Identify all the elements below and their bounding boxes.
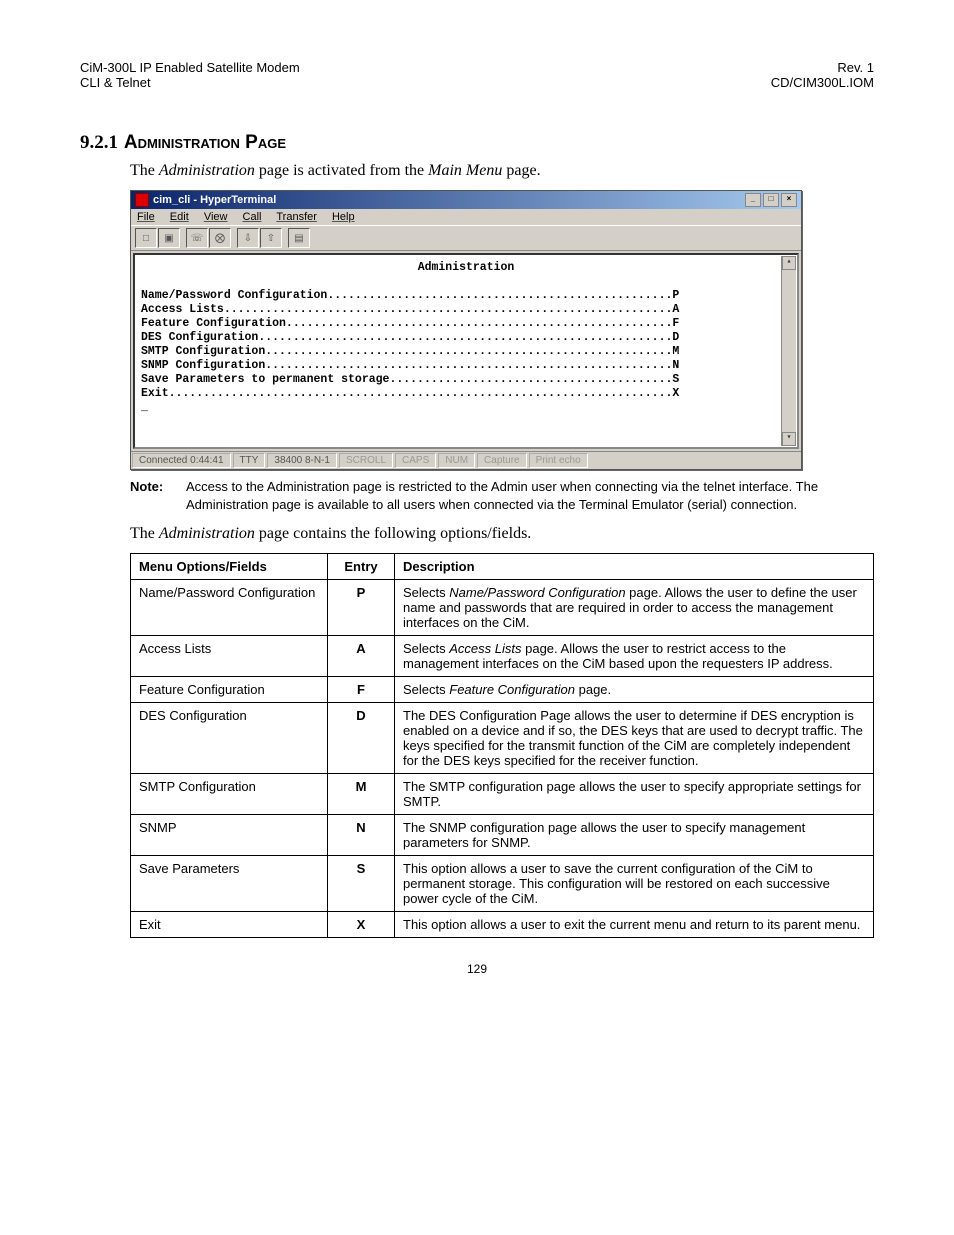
status-bar: Connected 0:44:41 TTY 38400 8-N-1 SCROLL… — [131, 451, 801, 469]
option-entry: P — [328, 580, 395, 636]
status-scroll: SCROLL — [339, 453, 393, 468]
option-description: Selects Feature Configuration page. — [395, 677, 874, 703]
table-header-options: Menu Options/Fields — [131, 554, 328, 580]
scroll-up-icon[interactable]: ▴ — [782, 256, 796, 270]
window-titlebar: cim_cli - HyperTerminal _ □ × — [131, 191, 801, 209]
page-number: 129 — [80, 962, 874, 976]
app-icon — [135, 193, 149, 207]
option-entry: N — [328, 815, 395, 856]
section-heading: 9.2.1 Administration Page — [80, 130, 874, 154]
toolbar-receive-icon[interactable]: ⇧ — [260, 228, 282, 248]
terminal-line: Exit....................................… — [141, 387, 791, 401]
body-text: The Administration page contains the fol… — [130, 525, 874, 543]
status-num: NUM — [438, 453, 475, 468]
toolbar-properties-icon[interactable]: ▤ — [288, 228, 310, 248]
minimize-button[interactable]: _ — [745, 193, 761, 207]
note-block: Note: Access to the Administration page … — [130, 478, 874, 513]
toolbar-connect-icon[interactable]: ☏ — [186, 228, 208, 248]
option-description: The SNMP configuration page allows the u… — [395, 815, 874, 856]
option-entry: D — [328, 703, 395, 774]
note-text: Access to the Administration page is res… — [186, 478, 874, 513]
option-description: The DES Configuration Page allows the us… — [395, 703, 874, 774]
scroll-down-icon[interactable]: ▾ — [782, 432, 796, 446]
status-capture: Capture — [477, 453, 527, 468]
table-row: Feature ConfigurationFSelects Feature Co… — [131, 677, 874, 703]
header-right-2: CD/CIM300L.IOM — [771, 75, 874, 90]
hyperterminal-window: cim_cli - HyperTerminal _ □ × File Edit … — [130, 190, 802, 470]
menu-file[interactable]: File — [137, 211, 155, 223]
table-row: Save ParametersSThis option allows a use… — [131, 856, 874, 912]
header-left-2: CLI & Telnet — [80, 75, 300, 90]
status-baud: 38400 8-N-1 — [267, 453, 337, 468]
status-connected: Connected 0:44:41 — [132, 453, 231, 468]
header-right-1: Rev. 1 — [771, 60, 874, 75]
option-name: DES Configuration — [131, 703, 328, 774]
menu-bar: File Edit View Call Transfer Help — [131, 209, 801, 225]
terminal-line: Access Lists............................… — [141, 303, 791, 317]
option-description: Selects Access Lists page. Allows the us… — [395, 636, 874, 677]
option-description: The SMTP configuration page allows the u… — [395, 774, 874, 815]
status-printecho: Print echo — [529, 453, 588, 468]
terminal-line: SMTP Configuration......................… — [141, 345, 791, 359]
note-label: Note: — [130, 478, 186, 513]
toolbar: □ ▣ ☏ ⨂ ⇩ ⇧ ▤ — [131, 225, 801, 251]
terminal-line: DES Configuration.......................… — [141, 331, 791, 345]
table-row: DES ConfigurationDThe DES Configuration … — [131, 703, 874, 774]
option-name: Exit — [131, 912, 328, 938]
scrollbar[interactable]: ▴ ▾ — [781, 256, 796, 446]
menu-view[interactable]: View — [204, 211, 228, 223]
table-row: SMTP ConfigurationMThe SMTP configuratio… — [131, 774, 874, 815]
table-row: ExitXThis option allows a user to exit t… — [131, 912, 874, 938]
options-table: Menu Options/Fields Entry Description Na… — [130, 553, 874, 938]
option-name: Save Parameters — [131, 856, 328, 912]
toolbar-disconnect-icon[interactable]: ⨂ — [209, 228, 231, 248]
section-number: 9.2.1 — [80, 132, 118, 153]
option-description: This option allows a user to save the cu… — [395, 856, 874, 912]
menu-call[interactable]: Call — [243, 211, 262, 223]
option-description: This option allows a user to exit the cu… — [395, 912, 874, 938]
close-button[interactable]: × — [781, 193, 797, 207]
terminal-cursor: _ — [141, 401, 791, 415]
table-header-entry: Entry — [328, 554, 395, 580]
option-name: Feature Configuration — [131, 677, 328, 703]
option-name: SMTP Configuration — [131, 774, 328, 815]
option-entry: M — [328, 774, 395, 815]
option-entry: F — [328, 677, 395, 703]
section-intro: The Administration page is activated fro… — [130, 162, 874, 180]
table-row: SNMPNThe SNMP configuration page allows … — [131, 815, 874, 856]
table-row: Access ListsASelects Access Lists page. … — [131, 636, 874, 677]
terminal-heading: Administration — [141, 261, 791, 275]
terminal-line: Feature Configuration...................… — [141, 317, 791, 331]
option-entry: S — [328, 856, 395, 912]
option-name: Access Lists — [131, 636, 328, 677]
window-title: cim_cli - HyperTerminal — [153, 194, 276, 206]
menu-transfer[interactable]: Transfer — [276, 211, 317, 223]
option-description: Selects Name/Password Configuration page… — [395, 580, 874, 636]
option-name: Name/Password Configuration — [131, 580, 328, 636]
status-mode: TTY — [233, 453, 266, 468]
status-caps: CAPS — [395, 453, 436, 468]
option-entry: X — [328, 912, 395, 938]
terminal-area[interactable]: Administration Name/Password Configurati… — [133, 253, 799, 449]
terminal-line: Save Parameters to permanent storage....… — [141, 373, 791, 387]
section-title: Administration Page — [124, 132, 286, 153]
terminal-line: Name/Password Configuration.............… — [141, 289, 791, 303]
header-left-1: CiM-300L IP Enabled Satellite Modem — [80, 60, 300, 75]
table-header-description: Description — [395, 554, 874, 580]
maximize-button[interactable]: □ — [763, 193, 779, 207]
option-entry: A — [328, 636, 395, 677]
menu-edit[interactable]: Edit — [170, 211, 189, 223]
menu-help[interactable]: Help — [332, 211, 355, 223]
page-header: CiM-300L IP Enabled Satellite Modem CLI … — [80, 60, 874, 90]
toolbar-send-icon[interactable]: ⇩ — [237, 228, 259, 248]
toolbar-open-icon[interactable]: ▣ — [158, 228, 180, 248]
table-row: Name/Password ConfigurationPSelects Name… — [131, 580, 874, 636]
option-name: SNMP — [131, 815, 328, 856]
toolbar-new-icon[interactable]: □ — [135, 228, 157, 248]
terminal-line: SNMP Configuration......................… — [141, 359, 791, 373]
